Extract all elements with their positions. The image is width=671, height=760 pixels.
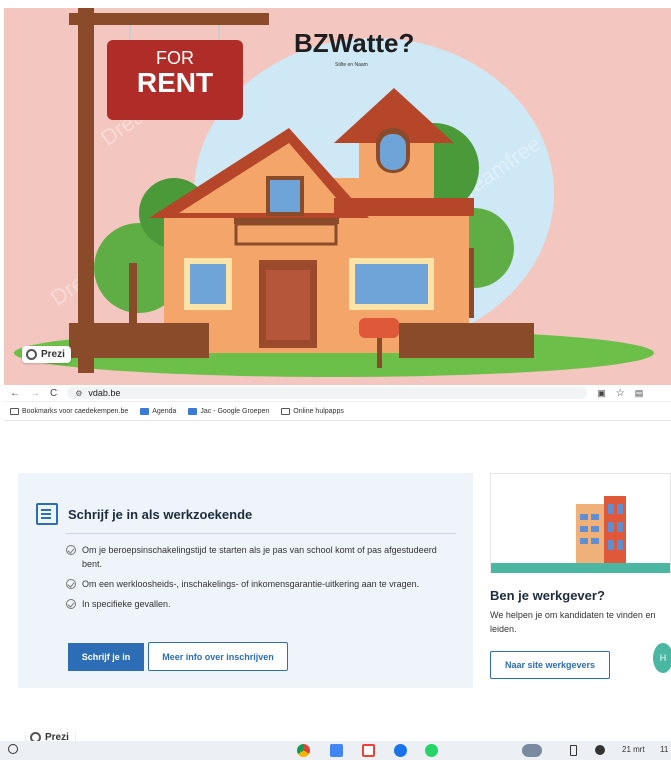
star-icon[interactable]: ☆ (616, 388, 625, 399)
divider (66, 533, 456, 534)
list-item-text: Om je beroepsinschakelingstijd te starte… (82, 545, 437, 569)
card-header: Schrijf je in als werkzoekende (36, 503, 252, 525)
forward-button[interactable]: → (30, 388, 40, 399)
bookmark-item[interactable]: Agenda (140, 407, 177, 415)
card-title: Schrijf je in als werkzoekende (68, 506, 253, 522)
bookmark-item[interactable]: Jac - Google Groepen (188, 407, 270, 415)
bookmark-item[interactable]: Online hulpapps (281, 407, 344, 415)
time-label[interactable]: 11 (660, 745, 668, 754)
folder-icon (281, 407, 291, 415)
settings-icon[interactable] (595, 745, 605, 755)
back-button[interactable]: ← (10, 388, 20, 399)
sign-line-1: FOR (156, 48, 194, 68)
calendar-icon (140, 407, 150, 415)
for-rent-sign: FOR RENT (107, 48, 243, 98)
browser-toolbar: ← → C ⚙ vdab.be ▣ ☆ ▤ (4, 385, 671, 402)
gmail-icon[interactable] (362, 744, 375, 757)
list-item: Om een werkloosheids-, inschakelings- of… (66, 577, 456, 591)
chrome-icon[interactable] (297, 744, 310, 757)
groups-icon (188, 407, 198, 415)
more-info-button[interactable]: Meer info over inschrijven (148, 642, 288, 671)
date-label[interactable]: 21 mrt (622, 745, 645, 754)
check-circle-icon (66, 599, 76, 609)
bookmark-label: Jac - Google Groepen (200, 407, 270, 415)
whatsapp-icon[interactable] (425, 744, 438, 757)
site-info-icon[interactable]: ⚙ (75, 389, 82, 398)
url-text: vdab.be (88, 388, 121, 398)
bookmark-item[interactable]: Bookmarks voor caedekempen.be (10, 407, 129, 415)
browser-window: ← → C ⚙ vdab.be ▣ ☆ ▤ Bookmarks voor cae… (4, 385, 671, 760)
avatar[interactable] (522, 744, 542, 757)
bookmark-label: Bookmarks voor caedekempen.be (22, 407, 129, 415)
bookmark-label: Agenda (152, 407, 177, 415)
jobseeker-card: Schrijf je in als werkzoekende Om je ber… (18, 473, 473, 688)
form-edit-icon (36, 503, 58, 525)
ground-strip (491, 563, 670, 573)
sign-line-2: RENT (136, 67, 214, 98)
building-illustration (576, 496, 626, 564)
bookmarks-bar: Bookmarks voor caedekempen.be Agenda Jac… (4, 402, 671, 421)
presentation-slide: Dreamfree Dreamfree Dreamfree (4, 8, 671, 385)
bookmark-label: Online hulpapps (293, 407, 344, 415)
prezi-badge[interactable]: Prezi (22, 346, 71, 363)
tablet-icon[interactable] (570, 745, 577, 756)
register-button[interactable]: Schrijf je in (68, 643, 144, 671)
list-item: Om je beroepsinschakelingstijd te starte… (66, 543, 456, 571)
employer-card: Ben je werkgever? We helpen je om kandid… (490, 473, 671, 688)
employer-title: Ben je werkgever? (490, 588, 605, 603)
employer-text: We helpen je om kandidaten te vinden en … (490, 610, 656, 634)
prezi-label: Prezi (41, 349, 65, 360)
check-circle-icon (66, 545, 76, 555)
taskbar: 21 mrt 11 (0, 741, 671, 760)
list-item: In specifieke gevallen. (66, 597, 456, 611)
help-bubble[interactable]: H (653, 643, 671, 673)
employer-illustration (490, 473, 671, 573)
prezi-logo-icon (26, 349, 37, 360)
reload-button[interactable]: C (50, 388, 57, 399)
calendar-app-icon[interactable] (330, 744, 343, 757)
check-circle-icon (66, 579, 76, 589)
launcher-icon[interactable] (8, 744, 18, 754)
slide-subtitle: Stilte en Naam (335, 62, 368, 68)
slide-title: BZWatte? (294, 28, 415, 58)
employer-site-button[interactable]: Naar site werkgevers (490, 651, 610, 679)
bullet-list: Om je beroepsinschakelingstijd te starte… (66, 543, 456, 617)
messages-icon[interactable] (394, 744, 407, 757)
list-item-text: In specifieke gevallen. (82, 599, 171, 609)
address-bar[interactable]: ⚙ vdab.be (67, 387, 588, 399)
translate-icon[interactable]: ▣ (597, 388, 606, 399)
list-item-text: Om een werkloosheids-, inschakelings- of… (82, 579, 420, 589)
extensions-icon[interactable]: ▤ (635, 388, 644, 399)
folder-icon (10, 407, 19, 415)
